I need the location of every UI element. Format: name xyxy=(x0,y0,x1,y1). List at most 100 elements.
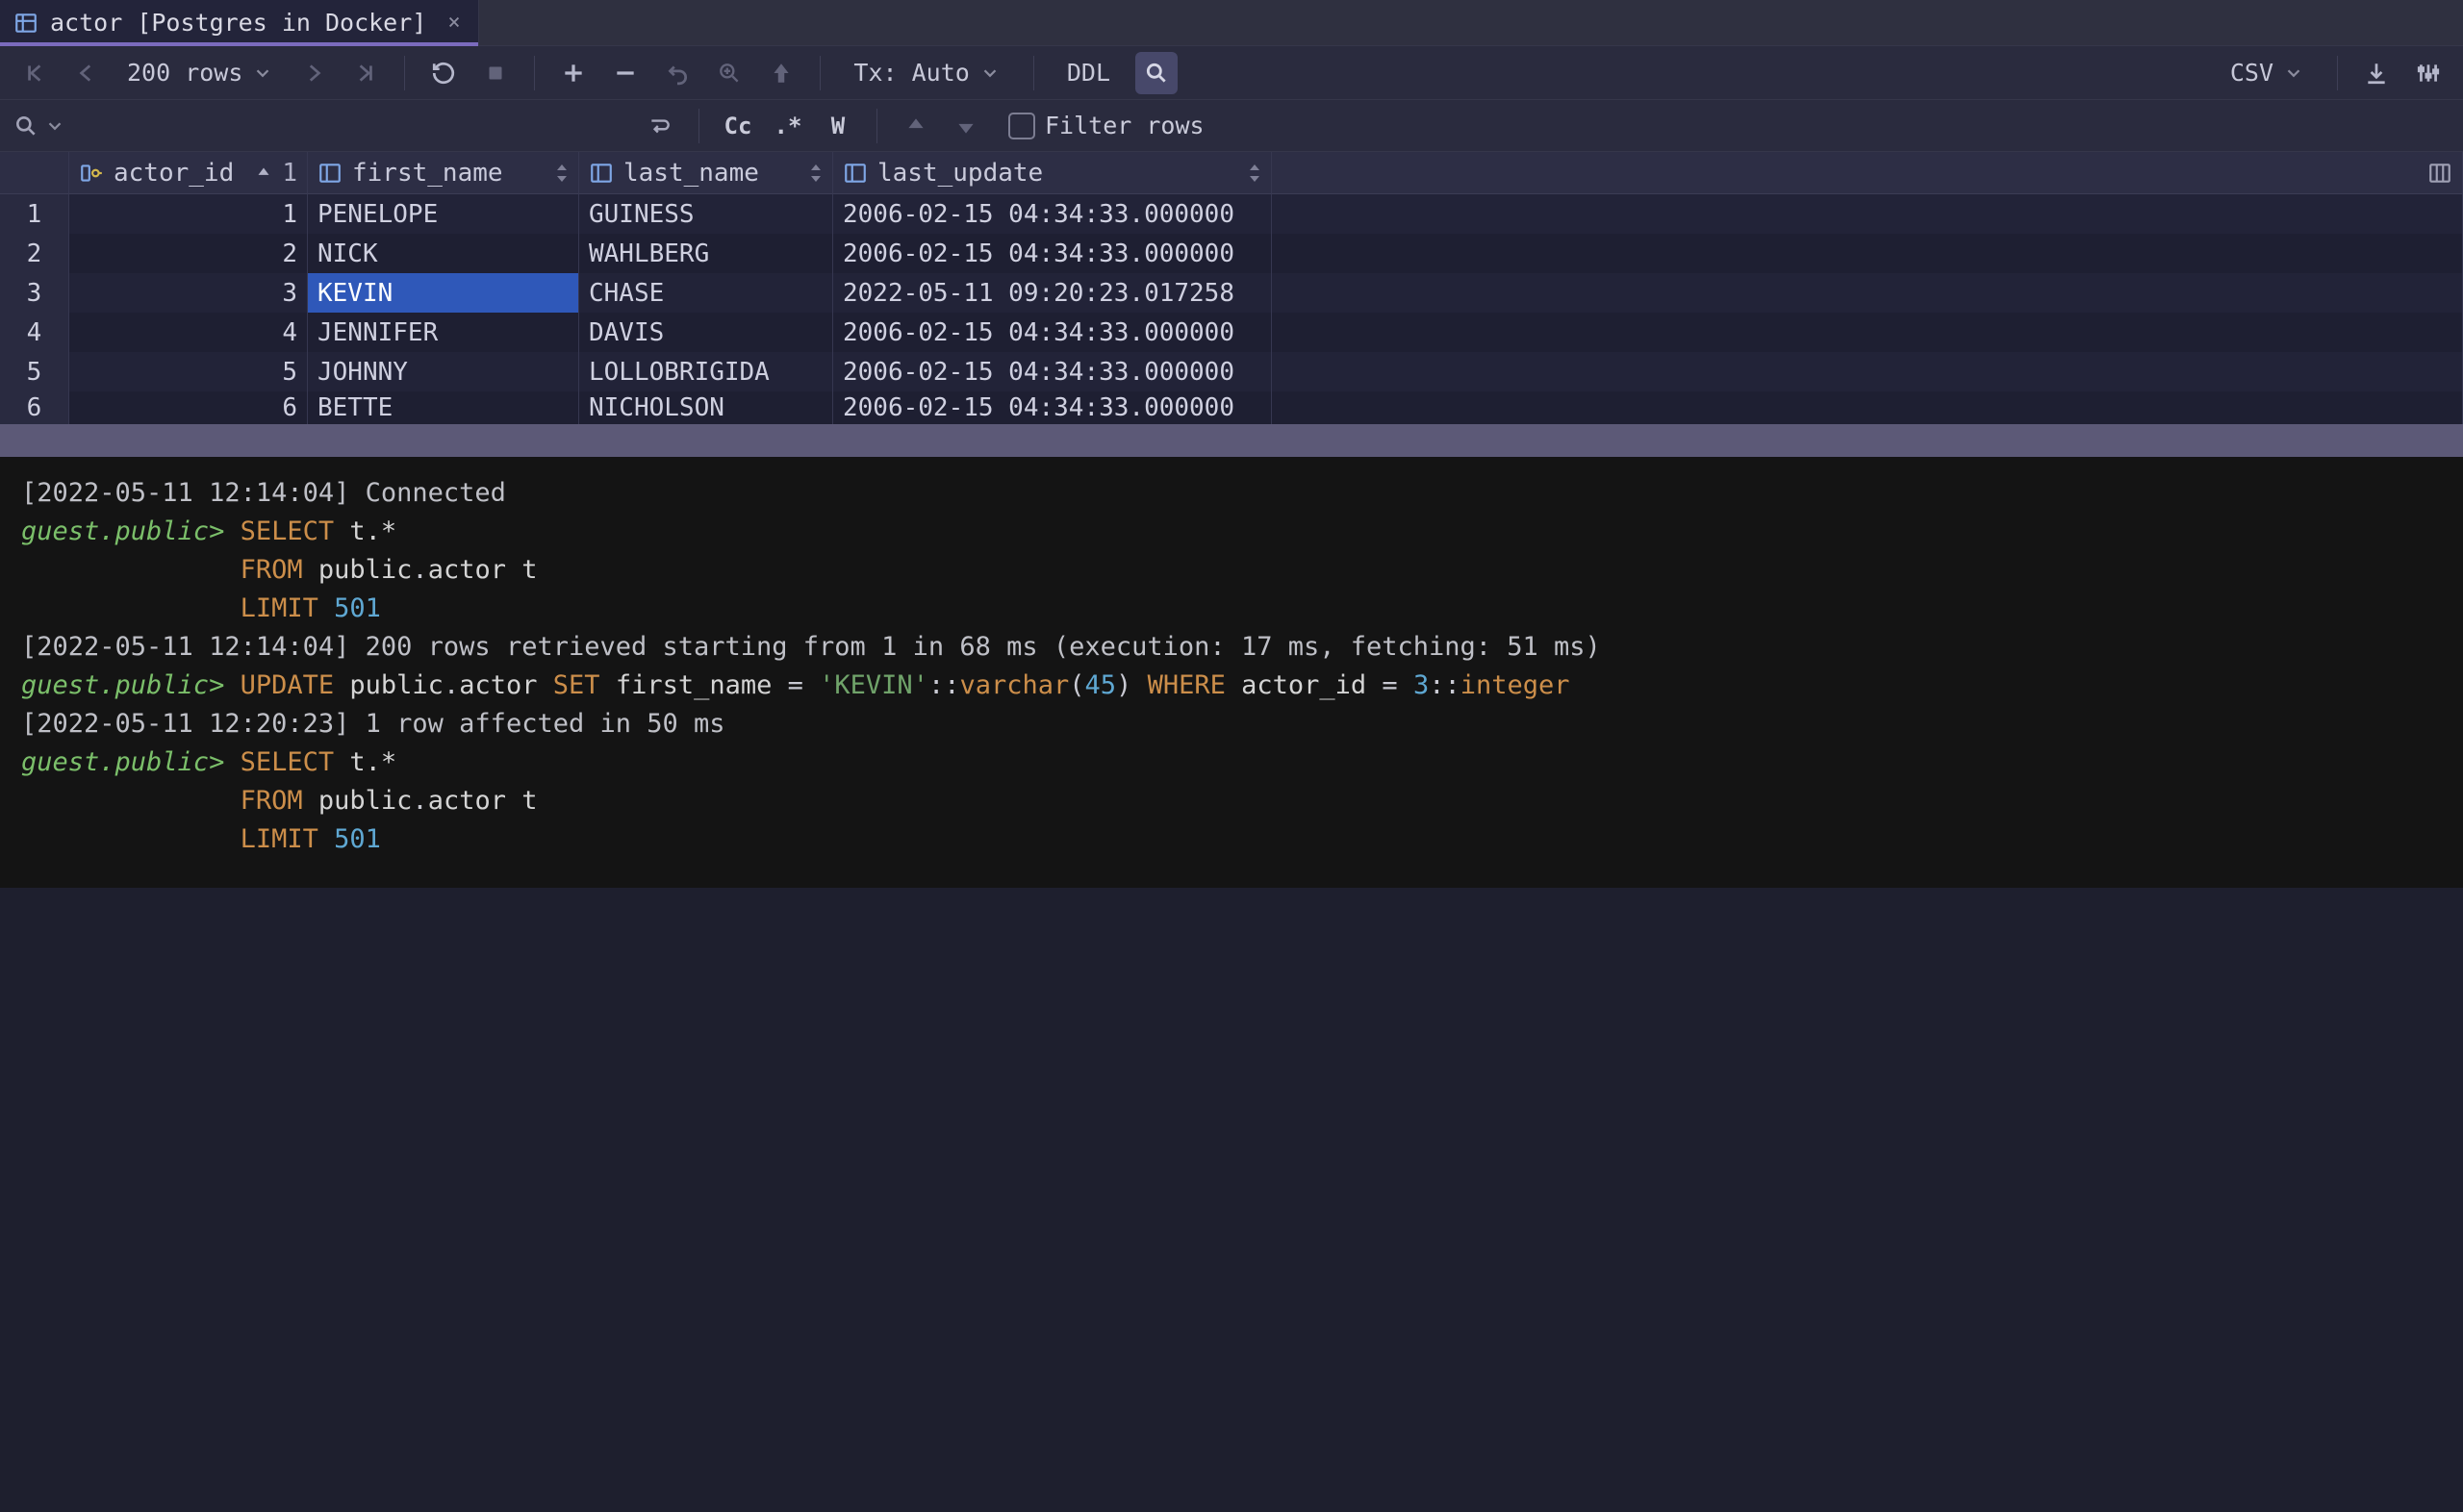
table-row[interactable]: 11PENELOPEGUINESS2006-02-15 04:34:33.000… xyxy=(0,194,2463,234)
cell-first-name[interactable]: JOHNNY xyxy=(308,352,579,391)
table-row[interactable]: 33KEVINCHASE2022-05-11 09:20:23.017258 xyxy=(0,273,2463,313)
match-case-toggle[interactable]: Cc xyxy=(719,107,757,145)
filter-rows-toggle[interactable]: Filter rows xyxy=(1008,112,1205,139)
cell-last-name[interactable]: NICHOLSON xyxy=(579,391,833,424)
cell-last-update[interactable]: 2006-02-15 04:34:33.000000 xyxy=(833,313,1272,352)
stop-button[interactable] xyxy=(474,52,517,94)
cell-actor-id[interactable]: 1 xyxy=(69,194,308,234)
cell-last-name[interactable]: CHASE xyxy=(579,273,833,313)
settings-button[interactable] xyxy=(2407,52,2450,94)
cell-first-name[interactable]: PENELOPE xyxy=(308,194,579,234)
toolbar-separator xyxy=(698,109,699,143)
row-number[interactable]: 6 xyxy=(0,391,69,424)
grid-header-row: actor_id 1 first_name last_name xyxy=(0,152,2463,194)
words-toggle[interactable]: W xyxy=(819,107,857,145)
cell-last-name[interactable]: GUINESS xyxy=(579,194,833,234)
first-page-button[interactable] xyxy=(13,52,56,94)
cell-first-name[interactable]: JENNIFER xyxy=(308,313,579,352)
row-number[interactable]: 2 xyxy=(0,234,69,273)
add-row-button[interactable] xyxy=(552,52,595,94)
column-header-tail[interactable] xyxy=(1272,152,2463,194)
cell-last-name[interactable]: LOLLOBRIGIDA xyxy=(579,352,833,391)
toolbar-separator xyxy=(820,56,821,90)
local-search[interactable] xyxy=(13,113,629,139)
cell-actor-id[interactable]: 4 xyxy=(69,313,308,352)
grid-body[interactable]: 11PENELOPEGUINESS2006-02-15 04:34:33.000… xyxy=(0,194,2463,424)
toolbar-separator xyxy=(876,109,877,143)
sort-asc-icon xyxy=(253,163,274,184)
cell-first-name[interactable]: KEVIN xyxy=(308,273,579,313)
remove-row-button[interactable] xyxy=(604,52,647,94)
result-toolbar: 200 rows Tx: Auto DDL xyxy=(0,46,2463,100)
column-header-last-update[interactable]: last_update xyxy=(833,152,1272,194)
cell-last-update[interactable]: 2006-02-15 04:34:33.000000 xyxy=(833,352,1272,391)
submit-button[interactable] xyxy=(760,52,802,94)
export-format-label: CSV xyxy=(2230,59,2273,87)
reload-button[interactable] xyxy=(422,52,465,94)
cell-actor-id[interactable]: 6 xyxy=(69,391,308,424)
log-msg: 200 rows retrieved starting from 1 in 68… xyxy=(366,632,1601,662)
find-next-button[interactable] xyxy=(947,107,985,145)
editor-tab-actor[interactable]: actor [Postgres in Docker] × xyxy=(0,0,479,45)
chevron-down-icon xyxy=(979,63,1001,84)
row-number[interactable]: 4 xyxy=(0,313,69,352)
cell-tail xyxy=(1272,313,2463,352)
newline-toggle[interactable] xyxy=(641,107,679,145)
revert-button[interactable] xyxy=(656,52,698,94)
sort-order: 1 xyxy=(282,159,297,188)
cell-actor-id[interactable]: 3 xyxy=(69,273,308,313)
sql-keyword: FROM xyxy=(241,555,303,585)
column-header-first-name[interactable]: first_name xyxy=(308,152,579,194)
local-search-input[interactable] xyxy=(71,113,610,139)
row-number[interactable]: 3 xyxy=(0,273,69,313)
sql-keyword: LIMIT xyxy=(241,593,318,623)
sql-keyword: SELECT xyxy=(241,517,335,546)
pane-splitter[interactable] xyxy=(0,424,2463,457)
table-row[interactable]: 22NICKWAHLBERG2006-02-15 04:34:33.000000 xyxy=(0,234,2463,273)
table-row[interactable]: 55JOHNNYLOLLOBRIGIDA2006-02-15 04:34:33.… xyxy=(0,352,2463,391)
sort-toggle-icon xyxy=(1248,163,1261,184)
cell-last-update[interactable]: 2022-05-11 09:20:23.017258 xyxy=(833,273,1272,313)
column-header-actor-id[interactable]: actor_id 1 xyxy=(69,152,308,194)
ddl-button[interactable]: DDL xyxy=(1052,52,1126,94)
last-page-button[interactable] xyxy=(344,52,387,94)
table-row[interactable]: 66BETTENICHOLSON2006-02-15 04:34:33.0000… xyxy=(0,391,2463,424)
cell-actor-id[interactable]: 5 xyxy=(69,352,308,391)
cell-last-update[interactable]: 2006-02-15 04:34:33.000000 xyxy=(833,391,1272,424)
transaction-mode-dropdown[interactable]: Tx: Auto xyxy=(838,52,1015,94)
column-header-last-name[interactable]: last_name xyxy=(579,152,833,194)
sort-toggle-icon xyxy=(809,163,823,184)
columns-config-icon[interactable] xyxy=(2427,161,2452,186)
column-icon xyxy=(843,161,868,186)
log-timestamp: [2022-05-11 12:14:04] xyxy=(21,478,349,508)
page-size-dropdown[interactable]: 200 rows xyxy=(117,59,283,87)
cell-first-name[interactable]: NICK xyxy=(308,234,579,273)
row-number[interactable]: 5 xyxy=(0,352,69,391)
find-prev-button[interactable] xyxy=(897,107,935,145)
key-column-icon xyxy=(79,161,104,186)
row-number[interactable]: 1 xyxy=(0,194,69,234)
next-page-button[interactable] xyxy=(292,52,335,94)
column-name: last_update xyxy=(877,159,1043,188)
tab-close-icon[interactable]: × xyxy=(447,11,460,35)
log-timestamp: [2022-05-11 12:14:04] xyxy=(21,632,349,662)
regex-toggle[interactable]: .* xyxy=(769,107,807,145)
preview-changes-button[interactable] xyxy=(708,52,750,94)
cell-actor-id[interactable]: 2 xyxy=(69,234,308,273)
prev-page-button[interactable] xyxy=(65,52,108,94)
cell-first-name[interactable]: BETTE xyxy=(308,391,579,424)
find-button[interactable] xyxy=(1135,52,1178,94)
filter-rows-label: Filter rows xyxy=(1045,112,1205,139)
table-row[interactable]: 44JENNIFERDAVIS2006-02-15 04:34:33.00000… xyxy=(0,313,2463,352)
cell-last-name[interactable]: DAVIS xyxy=(579,313,833,352)
db-console[interactable]: [2022-05-11 12:14:04] Connected guest.pu… xyxy=(0,457,2463,888)
export-format-dropdown[interactable]: CSV xyxy=(2215,52,2320,94)
cell-last-update[interactable]: 2006-02-15 04:34:33.000000 xyxy=(833,234,1272,273)
cell-last-update[interactable]: 2006-02-15 04:34:33.000000 xyxy=(833,194,1272,234)
tab-title: actor [Postgres in Docker] xyxy=(50,9,426,37)
download-button[interactable] xyxy=(2355,52,2398,94)
sort-toggle-icon xyxy=(555,163,569,184)
cell-last-name[interactable]: WAHLBERG xyxy=(579,234,833,273)
filter-bar: Cc .* W Filter rows xyxy=(0,100,2463,152)
grid-corner[interactable] xyxy=(0,152,69,194)
